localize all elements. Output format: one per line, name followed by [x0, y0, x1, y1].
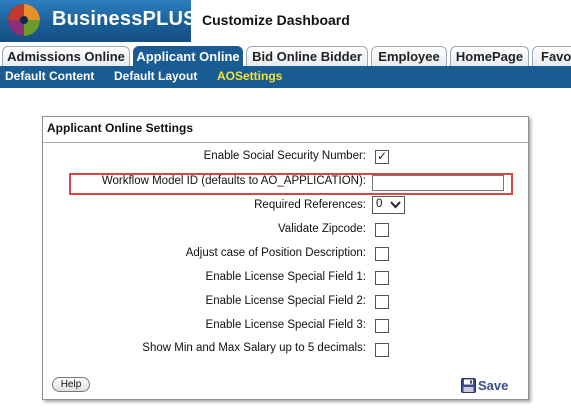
module-tabs: Admissions Online Applicant Online Bid O… [0, 42, 571, 66]
subnav-default-content[interactable]: Default Content [5, 69, 94, 83]
label-show-min-max-salary: Show Min and Max Salary up to 5 decimals… [142, 342, 366, 354]
brand-bar: BusinessPLUS [0, 0, 196, 42]
label-validate-zipcode: Validate Zipcode: [277, 223, 366, 235]
select-value: 0 [376, 198, 383, 210]
panel-divider [43, 142, 528, 143]
label-license-special-field-3: Enable License Special Field 3: [205, 319, 366, 331]
required-references-select[interactable]: 0 [372, 196, 405, 214]
checkbox-license-special-field-1[interactable] [375, 271, 389, 285]
label-enable-ssn: Enable Social Security Number: [203, 150, 366, 162]
label-workflow-model-id: Workflow Model ID (defaults to AO_APPLIC… [101, 175, 366, 187]
checkmark-icon: ✓ [377, 149, 388, 163]
sub-navigation: Default Content Default Layout AOSetting… [0, 66, 571, 88]
checkbox-license-special-field-2[interactable] [375, 295, 389, 309]
label-license-special-field-2: Enable License Special Field 2: [205, 295, 366, 307]
tab-applicant-online[interactable]: Applicant Online [133, 46, 243, 66]
label-adjust-case: Adjust case of Position Description: [185, 247, 366, 259]
label-required-references: Required References: [254, 199, 366, 211]
label-license-special-field-1: Enable License Special Field 1: [205, 271, 366, 283]
checkbox-show-min-max-salary[interactable] [375, 343, 389, 357]
tab-admissions-online[interactable]: Admissions Online [2, 46, 130, 66]
workflow-model-id-input[interactable] [372, 175, 504, 191]
brand-name: BusinessPLUS [52, 8, 197, 30]
save-label: Save [478, 377, 509, 393]
save-button[interactable]: Save [461, 376, 508, 394]
panel-title: Applicant Online Settings [47, 121, 194, 135]
applicant-online-settings-panel: Applicant Online Settings Enable Social … [42, 116, 529, 400]
subnav-aosettings[interactable]: AOSettings [217, 69, 282, 83]
checkbox-enable-ssn[interactable]: ✓ [375, 149, 389, 164]
tab-homepage[interactable]: HomePage [450, 46, 529, 66]
checkbox-adjust-case[interactable] [375, 247, 389, 261]
tab-employee[interactable]: Employee [371, 46, 447, 66]
businessplus-logo-icon [8, 4, 40, 36]
tab-favorites[interactable]: Favo [532, 46, 571, 66]
floppy-disk-icon [461, 377, 476, 393]
help-button[interactable]: Help [52, 377, 90, 392]
chevron-down-icon [390, 201, 401, 209]
checkbox-license-special-field-3[interactable] [375, 319, 389, 333]
page-title: Customize Dashboard [202, 12, 350, 28]
subnav-default-layout[interactable]: Default Layout [114, 69, 197, 83]
app-header: BusinessPLUS Customize Dashboard [0, 0, 571, 42]
tab-bid-online-bidder[interactable]: Bid Online Bidder [246, 46, 368, 66]
checkbox-validate-zipcode[interactable] [375, 223, 389, 237]
